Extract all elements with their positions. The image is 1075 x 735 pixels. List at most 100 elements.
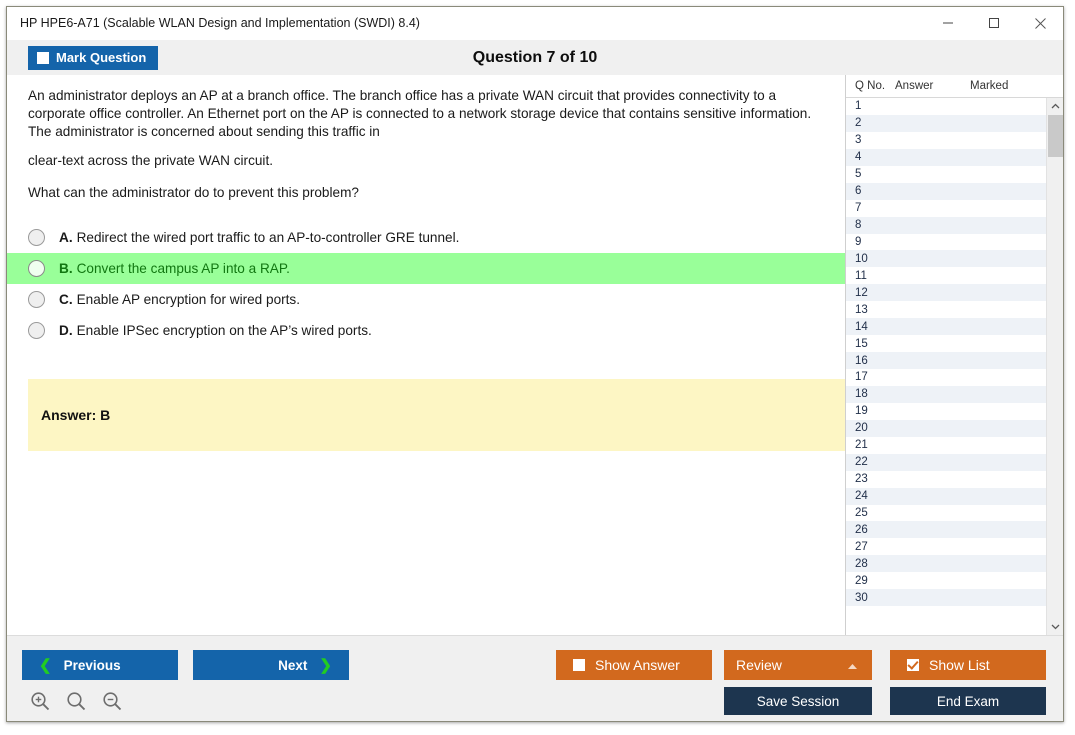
show-answer-label: Show Answer (595, 657, 680, 673)
question-list-row[interactable]: 13 (846, 301, 1046, 319)
question-list-row[interactable]: 28 (846, 555, 1046, 573)
question-list-row-number: 20 (855, 422, 868, 435)
scrollbar-track[interactable] (1047, 115, 1063, 618)
scroll-up-arrow-icon[interactable] (1047, 98, 1063, 115)
answer-label: Answer: B (41, 407, 111, 424)
question-list-row-number: 13 (855, 303, 868, 316)
question-list-row-number: 23 (855, 473, 868, 486)
review-dropdown-button[interactable]: Review (724, 650, 872, 680)
minimize-button[interactable] (925, 7, 971, 39)
question-list-row[interactable]: 2 (846, 114, 1046, 132)
question-list-scroll-area: 1 2 3 4 5 6 7 8 9 10 11 12 13 14 15 16 17 18 19 20 21 22 23 24 2… (846, 98, 1063, 635)
question-list-row-number: 12 (855, 286, 868, 299)
question-list-header: Q No. Answer Marked (846, 75, 1063, 98)
radio-button-c[interactable] (28, 291, 45, 309)
question-list-row[interactable]: 3 (846, 131, 1046, 149)
previous-label: Previous (63, 657, 121, 673)
question-list-row-number: 15 (855, 337, 868, 350)
question-list-row[interactable]: 29 (846, 572, 1046, 590)
question-list-row-number: 3 (855, 134, 862, 147)
question-list-row[interactable]: 20 (846, 419, 1046, 437)
option-letter-b: B. (59, 261, 73, 277)
show-list-button[interactable]: Show List (890, 650, 1046, 680)
question-list-row[interactable]: 11 (846, 267, 1046, 285)
question-list-row[interactable]: 8 (846, 216, 1046, 234)
question-list-row[interactable]: 18 (846, 385, 1046, 403)
chevron-left-icon: ❮ (39, 656, 52, 674)
window-title: HP HPE6-A71 (Scalable WLAN Design and Im… (20, 16, 420, 30)
answer-option-b[interactable]: B. Convert the campus AP into a RAP. (7, 253, 845, 285)
scroll-down-arrow-icon[interactable] (1047, 618, 1063, 635)
question-list-scrollbar[interactable] (1046, 98, 1063, 635)
question-list-row[interactable]: 19 (846, 402, 1046, 420)
chevron-up-icon (847, 657, 858, 673)
question-list-row-number: 6 (855, 185, 862, 198)
question-list-row[interactable]: 10 (846, 250, 1046, 268)
zoom-reset-icon[interactable] (61, 686, 91, 716)
question-list-row[interactable]: 14 (846, 318, 1046, 336)
question-list-row-number: 28 (855, 557, 868, 570)
option-text-b: Convert the campus AP into a RAP. (76, 261, 290, 277)
answer-reveal-box: Answer: B (28, 379, 845, 452)
option-letter-a: A. (59, 230, 73, 246)
radio-button-b[interactable] (28, 260, 45, 278)
mark-question-checkbox[interactable] (37, 51, 49, 64)
scrollbar-thumb[interactable] (1048, 115, 1063, 157)
question-list-row[interactable]: 17 (846, 369, 1046, 386)
show-answer-checkbox[interactable] (573, 659, 585, 671)
show-answer-button[interactable]: Show Answer (556, 650, 712, 680)
question-list-row[interactable]: 1 (846, 98, 1046, 115)
answer-option-c[interactable]: C. Enable AP encryption for wired ports. (7, 284, 845, 315)
question-list-row-number: 9 (855, 235, 862, 248)
question-list-row[interactable]: 5 (846, 165, 1046, 183)
radio-button-d[interactable] (28, 322, 45, 340)
zoom-out-icon[interactable] (97, 686, 127, 716)
option-text-a: Redirect the wired port traffic to an AP… (76, 230, 460, 246)
question-list-row[interactable]: 25 (846, 504, 1046, 522)
question-list-row[interactable]: 12 (846, 284, 1046, 302)
save-session-button[interactable]: Save Session (724, 687, 872, 715)
question-list-row-number: 11 (855, 269, 867, 282)
question-list-row-number: 16 (855, 354, 868, 367)
previous-button[interactable]: ❮ Previous (22, 650, 178, 680)
question-list-row[interactable]: 23 (846, 470, 1046, 488)
question-list-row[interactable]: 4 (846, 148, 1046, 166)
answer-option-a[interactable]: A. Redirect the wired port traffic to an… (7, 222, 845, 253)
question-list-row[interactable]: 21 (846, 436, 1046, 454)
question-list-row-number: 7 (855, 202, 862, 215)
question-list-row-number: 10 (855, 252, 868, 265)
end-exam-button[interactable]: End Exam (890, 687, 1046, 715)
question-list-row[interactable]: 26 (846, 521, 1046, 539)
question-list-row-number: 21 (855, 439, 868, 452)
question-list-row[interactable]: 9 (846, 233, 1046, 251)
show-list-label: Show List (929, 657, 990, 673)
question-list-row-number: 24 (855, 490, 868, 503)
window-titlebar: HP HPE6-A71 (Scalable WLAN Design and Im… (7, 7, 1063, 40)
question-list-row-number: 8 (855, 219, 862, 232)
radio-button-a[interactable] (28, 229, 45, 247)
question-list-row-number: 30 (855, 591, 868, 604)
question-list-row-number: 25 (855, 506, 868, 519)
next-button[interactable]: Next ❯ (193, 650, 349, 680)
question-list-row[interactable]: 7 (846, 199, 1046, 217)
question-list-row[interactable]: 6 (846, 182, 1046, 200)
show-list-checkbox[interactable] (907, 659, 919, 671)
question-list-row[interactable]: 22 (846, 453, 1046, 471)
save-session-label: Save Session (756, 693, 840, 709)
question-list-row[interactable]: 30 (846, 589, 1046, 607)
question-list-row[interactable]: 15 (846, 335, 1046, 353)
zoom-in-icon[interactable] (25, 686, 55, 716)
question-list-row-number: 2 (855, 117, 862, 130)
mark-question-button[interactable]: Mark Question (28, 45, 159, 70)
answer-option-d[interactable]: D. Enable IPSec encryption on the AP’s w… (7, 315, 845, 346)
question-list-row[interactable]: 16 (846, 352, 1046, 369)
question-list-row-number: 18 (855, 388, 868, 401)
question-list-row[interactable]: 27 (846, 538, 1046, 556)
question-list-row-number: 29 (855, 574, 868, 587)
maximize-button[interactable] (971, 7, 1017, 39)
question-list-row[interactable]: 24 (846, 487, 1046, 505)
question-list-row-number: 4 (855, 151, 862, 164)
question-list-row-number: 27 (855, 540, 868, 553)
close-button[interactable] (1017, 7, 1063, 39)
question-list-row-number: 19 (855, 405, 868, 418)
